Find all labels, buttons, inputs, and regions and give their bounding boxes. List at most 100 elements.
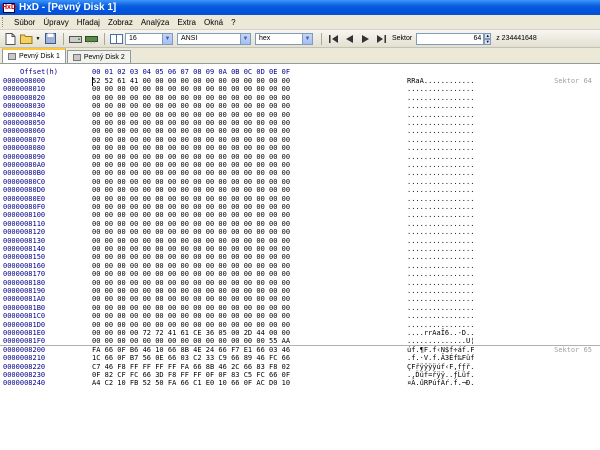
offset-cell[interactable]: 00000080A0 (3, 161, 45, 169)
hex-bytes-cell[interactable]: 00 00 00 00 00 00 00 00 00 00 00 00 00 0… (92, 245, 290, 253)
text-cell[interactable]: ................ (407, 220, 474, 228)
hex-bytes-cell[interactable]: 00 00 00 00 00 00 00 00 00 00 00 00 00 0… (92, 295, 290, 303)
text-cell[interactable]: ................ (407, 161, 474, 169)
bytes-per-row-select[interactable]: 16 ▼ (125, 32, 173, 45)
text-cell[interactable]: RRaA............ (407, 77, 474, 85)
hex-bytes-cell[interactable]: 00 00 00 00 00 00 00 00 00 00 00 00 00 0… (92, 169, 290, 177)
text-cell[interactable]: ................ (407, 312, 474, 320)
hex-bytes-cell[interactable]: 00 00 00 00 00 00 00 00 00 00 00 00 00 0… (92, 85, 290, 93)
hex-bytes-cell[interactable]: 00 00 00 00 00 00 00 00 00 00 00 00 00 0… (92, 279, 290, 287)
hex-bytes-cell[interactable]: 00 00 00 00 00 00 00 00 00 00 00 00 00 0… (92, 220, 290, 228)
hex-editor[interactable]: Offset(h) 00 01 02 03 04 05 06 07 08 09 … (0, 64, 600, 450)
text-cell[interactable]: ................ (407, 153, 474, 161)
hex-bytes-cell[interactable]: 00 00 00 00 00 00 00 00 00 00 00 00 00 0… (92, 237, 290, 245)
open-button[interactable] (19, 32, 33, 45)
hex-bytes-cell[interactable]: 00 00 00 00 00 00 00 00 00 00 00 00 00 0… (92, 211, 290, 219)
hex-bytes-cell[interactable]: 00 00 00 00 72 72 41 61 CE 36 05 00 2D 4… (92, 329, 290, 337)
sector-spinner[interactable]: ▲ ▼ (484, 32, 492, 45)
offset-cell[interactable]: 0000008170 (3, 270, 45, 278)
hex-bytes-cell[interactable]: 00 00 00 00 00 00 00 00 00 00 00 00 00 0… (92, 262, 290, 270)
offset-cell[interactable]: 0000008180 (3, 279, 45, 287)
offset-cell[interactable]: 0000008120 (3, 228, 45, 236)
hex-bytes-cell[interactable]: FA 66 0F B6 46 10 66 8B 4E 24 66 F7 E1 6… (92, 346, 290, 354)
hex-bytes-cell[interactable]: 00 00 00 00 00 00 00 00 00 00 00 00 00 0… (92, 153, 290, 161)
offset-cell[interactable]: 0000008150 (3, 253, 45, 261)
text-cell[interactable]: ................ (407, 144, 474, 152)
hex-bytes-cell[interactable]: 00 00 00 00 00 00 00 00 00 00 00 00 00 0… (92, 203, 290, 211)
next-sector-button[interactable] (358, 32, 372, 45)
menu-extra[interactable]: Extra (173, 18, 200, 27)
hex-bytes-cell[interactable]: 00 00 00 00 00 00 00 00 00 00 00 00 00 0… (92, 270, 290, 278)
hex-bytes-cell[interactable]: C7 46 F8 FF FF FF FF FA 66 8B 46 2C 66 8… (92, 363, 290, 371)
text-cell[interactable]: ................ (407, 119, 474, 127)
offset-cell[interactable]: 00000081D0 (3, 321, 45, 329)
hex-bytes-cell[interactable]: 00 00 00 00 00 00 00 00 00 00 00 00 00 0… (92, 111, 290, 119)
menu-file[interactable]: Súbor (10, 18, 39, 27)
hex-bytes-cell[interactable]: 00 00 00 00 00 00 00 00 00 00 00 00 00 0… (92, 119, 290, 127)
offset-cell[interactable]: 0000008220 (3, 363, 45, 371)
offset-cell[interactable]: 0000008210 (3, 354, 45, 362)
offset-cell[interactable]: 0000008130 (3, 237, 45, 245)
hex-bytes-cell[interactable]: 00 00 00 00 00 00 00 00 00 00 00 00 00 0… (92, 136, 290, 144)
tab-disk-2[interactable]: Pevný Disk 2 (66, 50, 131, 63)
text-cell[interactable]: ................ (407, 85, 474, 93)
offset-cell[interactable]: 0000008140 (3, 245, 45, 253)
first-sector-button[interactable] (326, 32, 340, 45)
menu-analysis[interactable]: Analýza (137, 18, 173, 27)
offset-cell[interactable]: 0000008230 (3, 371, 45, 379)
hex-bytes-cell[interactable]: 00 00 00 00 00 00 00 00 00 00 00 00 00 0… (92, 144, 290, 152)
text-cell[interactable]: ................ (407, 262, 474, 270)
text-cell[interactable]: ................ (407, 186, 474, 194)
hex-bytes-cell[interactable]: 00 00 00 00 00 00 00 00 00 00 00 00 00 0… (92, 312, 290, 320)
text-cell[interactable]: ................ (407, 94, 474, 102)
offset-cell[interactable]: 0000008080 (3, 144, 45, 152)
offset-cell[interactable]: 0000008060 (3, 127, 45, 135)
text-cell[interactable]: .f.·V.f.Â3Éf‰Füf (407, 354, 474, 362)
offset-cell[interactable]: 0000008100 (3, 211, 45, 219)
text-cell[interactable]: ................ (407, 195, 474, 203)
text-cell[interactable]: ................ (407, 237, 474, 245)
offset-cell[interactable]: 0000008190 (3, 287, 45, 295)
offset-cell[interactable]: 00000080B0 (3, 169, 45, 177)
hex-bytes-cell[interactable]: A4 C2 10 FB 52 50 FA 66 C1 E0 10 66 0F A… (92, 379, 290, 387)
offset-cell[interactable]: 0000008050 (3, 119, 45, 127)
offset-cell[interactable]: 0000008090 (3, 153, 45, 161)
text-cell[interactable]: ................ (407, 178, 474, 186)
previous-sector-button[interactable] (342, 32, 356, 45)
text-cell[interactable]: ................ (407, 136, 474, 144)
offset-cell[interactable]: 0000008040 (3, 111, 45, 119)
hex-bytes-cell[interactable]: 0F 82 CF FC 66 3D F8 FF FF 0F 0F 83 C5 F… (92, 371, 290, 379)
hex-bytes-cell[interactable]: 00 00 00 00 00 00 00 00 00 00 00 00 00 0… (92, 195, 290, 203)
hex-bytes-cell[interactable]: 52 52 61 41 00 00 00 00 00 00 00 00 00 0… (92, 77, 290, 85)
offset-cell[interactable]: 0000008160 (3, 262, 45, 270)
last-sector-button[interactable] (374, 32, 388, 45)
offset-cell[interactable]: 00000081E0 (3, 329, 45, 337)
text-cell[interactable]: ................ (407, 287, 474, 295)
text-cell[interactable]: ................ (407, 102, 474, 110)
offset-cell[interactable]: 00000081B0 (3, 304, 45, 312)
offset-cell[interactable]: 0000008020 (3, 94, 45, 102)
offset-cell[interactable]: 00000081C0 (3, 312, 45, 320)
spin-down-icon[interactable]: ▼ (484, 38, 492, 45)
new-file-button[interactable] (3, 32, 17, 45)
text-cell[interactable]: ................ (407, 127, 474, 135)
tab-disk-1[interactable]: Pevný Disk 1 (2, 48, 66, 63)
hex-row[interactable]: 0000008240 A4 C2 10 FB 52 50 FA 66 C1 E0 … (0, 379, 600, 388)
menu-edit[interactable]: Úpravy (39, 18, 72, 27)
offset-cell[interactable]: 0000008110 (3, 220, 45, 228)
text-cell[interactable]: ................ (407, 295, 474, 303)
offset-cell[interactable]: 00000080F0 (3, 203, 45, 211)
offset-cell[interactable]: 0000008030 (3, 102, 45, 110)
menu-help[interactable]: ? (227, 18, 239, 27)
hex-bytes-cell[interactable]: 00 00 00 00 00 00 00 00 00 00 00 00 00 0… (92, 228, 290, 236)
menu-search[interactable]: Hľadaj (73, 18, 104, 27)
text-cell[interactable]: ....rrAaÎ6..-D.. (407, 329, 474, 337)
hex-bytes-cell[interactable]: 00 00 00 00 00 00 00 00 00 00 00 00 00 0… (92, 304, 290, 312)
text-cell[interactable]: .‚Ďüf=řÿÿ..ƒĹüf. (407, 371, 474, 379)
open-dropdown-button[interactable]: ▼ (35, 32, 41, 45)
offset-cell[interactable]: 00000080E0 (3, 195, 45, 203)
hex-bytes-cell[interactable]: 00 00 00 00 00 00 00 00 00 00 00 00 00 0… (92, 127, 290, 135)
hex-bytes-cell[interactable]: 00 00 00 00 00 00 00 00 00 00 00 00 00 0… (92, 321, 290, 329)
ram-button[interactable] (84, 32, 98, 45)
text-cell[interactable]: ................ (407, 211, 474, 219)
